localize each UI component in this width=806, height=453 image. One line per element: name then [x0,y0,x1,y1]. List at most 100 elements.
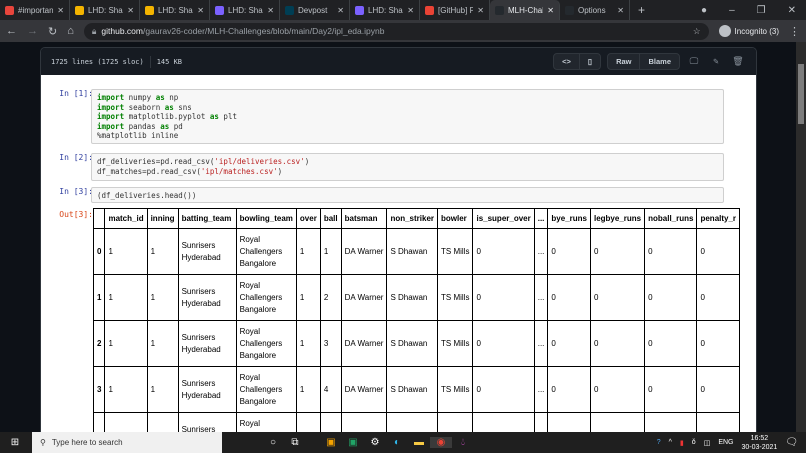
tab-favicon-icon [285,5,294,15]
extension-icon[interactable]: ● [701,5,707,16]
code-cell[interactable]: import numpy as np import seaborn as sns… [91,89,724,144]
desktop-icon[interactable]: 🖵︎ [686,57,702,67]
search-placeholder: Type here to search [51,438,123,447]
table-cell: 1 [295,228,321,275]
browser-tab[interactable]: LHD: Shar ✕ [210,0,280,20]
file-explorer-icon[interactable]: ▬ [408,437,430,448]
table-cell: Royal Challengers Bangalore [235,320,297,367]
pen-icon[interactable]: ǒ [692,439,696,446]
table-cell: 0 [472,320,535,367]
table-cell: Sunrisers Hyderabad [177,228,237,275]
language-indicator[interactable]: ENG [718,439,733,446]
rendered-view-button[interactable]: ▯ [580,54,600,69]
browser-tab[interactable]: [GitHub] P ✕ [420,0,490,20]
browser-tab[interactable]: LHD: Shar ✕ [350,0,420,20]
table-cell: 0 [472,274,535,321]
code-cell[interactable]: df_deliveries=pd.read_csv('ipl/deliverie… [91,153,724,181]
delete-trash-icon[interactable]: 🗑︎ [730,57,746,67]
tab-close-icon[interactable]: ✕ [547,6,554,15]
browser-tab[interactable]: Devpost ✕ [280,0,350,20]
reload-icon[interactable]: ↻ [48,25,57,38]
tab-favicon-icon [75,5,84,15]
restore-button[interactable]: ❐ [757,5,766,16]
table-cell: 0 [696,274,741,321]
search-icon: ⚲ [40,438,46,447]
scrollbar-thumb[interactable] [798,64,804,124]
table-cell: 1 [319,228,342,275]
back-icon[interactable]: ← [6,25,17,37]
table-cell: 1 [295,320,321,367]
office-icon[interactable]: ▮ [680,439,684,447]
column-header: bye_runs [547,208,591,229]
table-cell: 3 [319,320,342,367]
taskbar-search[interactable]: ⚲ Type here to search [32,432,222,453]
tab-close-icon[interactable]: ✕ [267,6,274,15]
tab-close-icon[interactable]: ✕ [337,6,344,15]
scrollbar[interactable] [796,42,806,432]
table-cell: S Dhawan [386,320,439,367]
table-cell: Sunrisers Hyderabad [177,320,237,367]
raw-button[interactable]: Raw [608,54,641,69]
table-cell: 0 [644,228,698,275]
browser-tab[interactable]: LHD: Shar ✕ [140,0,210,20]
table-cell: 1 [295,274,321,321]
paint-drop-icon[interactable]: 💧︎ [452,437,474,448]
table-cell: Sunrisers Hyderabad [177,366,237,413]
windows-start-icon[interactable]: ⊞ [0,437,30,448]
excel-icon[interactable]: ▣ [342,437,364,448]
settings-gear-icon[interactable]: ⚙ [364,437,386,448]
home-icon[interactable]: ⌂ [67,25,74,37]
tab-close-icon[interactable]: ✕ [127,6,134,15]
edit-pencil-icon[interactable]: ✎ [708,57,724,67]
tab-close-icon[interactable]: ✕ [57,6,64,15]
task-view-icon[interactable]: ⧉ [284,437,306,448]
browser-tab[interactable]: LHD: Shar ✕ [70,0,140,20]
tab-label: Devpost [298,5,328,15]
code-cell[interactable]: (df_deliveries.head()) [91,187,724,203]
close-window-button[interactable]: ✕ [788,5,796,16]
table-cell: TS Mills [437,228,474,275]
column-header: non_striker [386,208,439,229]
chevron-up-icon[interactable]: ^ [669,439,672,446]
menu-icon[interactable]: ⋮ [789,25,800,38]
tab-close-icon[interactable]: ✕ [407,6,414,15]
column-header [92,208,106,229]
row-index: 0 [92,228,106,275]
browser-tab[interactable]: #importan ✕ [0,0,70,20]
tab-close-icon[interactable]: ✕ [197,6,204,15]
notifications-icon[interactable]: 🗨︎ [785,437,798,448]
table-cell: 0 [472,366,535,413]
forward-icon[interactable]: → [27,25,38,37]
table-cell: 0 [589,366,646,413]
browser-tab[interactable]: Options ✕ [560,0,630,20]
table-cell: S Dhawan [386,366,439,413]
browser-tab[interactable]: MLH-Chall ✕ [490,0,560,20]
column-header: match_id [104,208,148,229]
network-icon[interactable]: ◫ [704,439,711,447]
minimize-button[interactable]: – [729,5,735,16]
star-icon[interactable]: ☆ [693,26,701,37]
new-tab-button[interactable]: + [630,0,653,20]
code-view-button[interactable]: <> [554,54,580,69]
url-input[interactable]: 🔒︎ github.com/gaurav26-coder/MLH-Challeng… [83,22,709,40]
cell-prompt: In [3]: [59,187,93,196]
column-header: ... [533,208,549,229]
row-index: 2 [92,320,106,367]
file-header: 1725 lines (1725 sloc) 145 KB <> ▯ Raw Blam… [41,48,756,75]
table-cell: 0 [472,228,535,275]
blame-button[interactable]: Blame [640,54,679,69]
help-icon[interactable]: ? [657,439,661,446]
tab-close-icon[interactable]: ✕ [477,6,484,15]
window-controls: ● – ❐ ✕ [701,0,806,20]
chrome-icon[interactable]: ◉ [430,437,452,448]
edge-icon[interactable]: ◐ [386,437,408,448]
table-cell: 0 [696,228,741,275]
outlook-icon[interactable]: ▣ [320,437,342,448]
profile-button[interactable]: Incognito (3) [718,25,779,37]
table-cell: ... [533,366,549,413]
tab-label: [GitHub] P [438,5,474,15]
tab-close-icon[interactable]: ✕ [617,6,624,15]
table-row: 1 1 1 Sunrisers Hyderabad Royal Challengers … [92,274,741,321]
cortana-icon[interactable]: ○ [262,437,284,448]
clock[interactable]: 16:52 30-03-2021 [741,434,777,452]
